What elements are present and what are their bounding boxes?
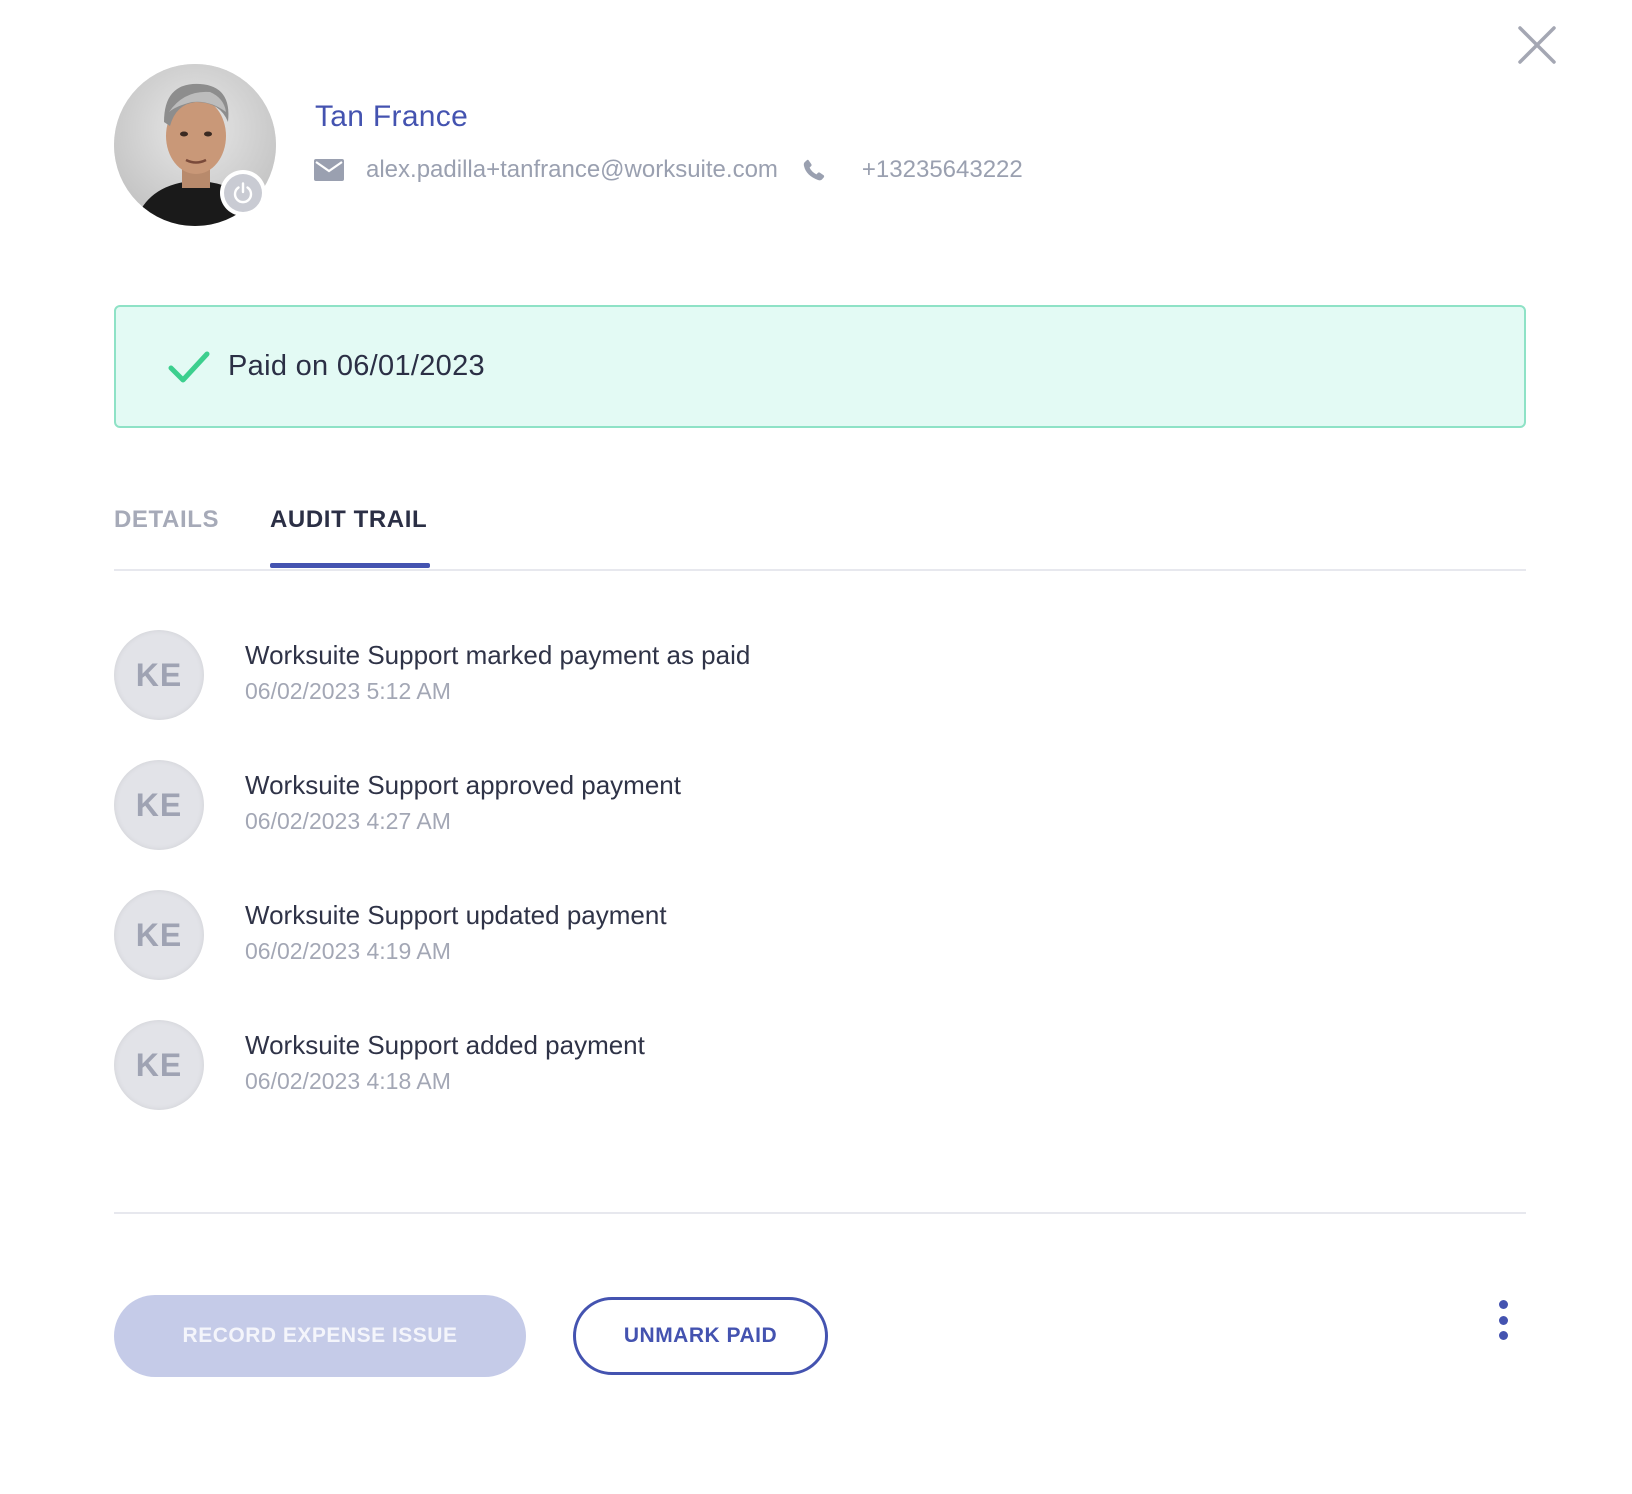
avatar: KE [114, 890, 204, 980]
list-item: KE Worksuite Support added payment 06/02… [114, 1020, 1526, 1150]
audit-entry-text: Worksuite Support approved payment [245, 770, 681, 800]
phone-icon [803, 159, 825, 181]
list-item: KE Worksuite Support marked payment as p… [114, 630, 1526, 760]
audit-entry-time: 06/02/2023 5:12 AM [245, 678, 451, 704]
list-item: KE Worksuite Support updated payment 06/… [114, 890, 1526, 1020]
active-tab-indicator [270, 563, 430, 568]
more-options-icon[interactable] [1488, 1296, 1518, 1344]
user-name: Tan France [315, 100, 469, 133]
avatar [114, 64, 276, 226]
tab-bar: DETAILS AUDIT TRAIL [114, 500, 1526, 572]
tabs-divider [114, 569, 1526, 571]
avatar: KE [114, 630, 204, 720]
audit-entry-time: 06/02/2023 4:19 AM [245, 938, 451, 964]
mail-icon [314, 159, 344, 181]
contact-row: alex.padilla+tanfrance@worksuite.com +13… [314, 152, 1023, 188]
paid-status-text: Paid on 06/01/2023 [228, 350, 485, 382]
audit-trail-list: KE Worksuite Support marked payment as p… [114, 630, 1526, 1150]
footer-divider [114, 1212, 1526, 1214]
audit-entry-time: 06/02/2023 4:18 AM [245, 1068, 451, 1094]
unmark-paid-button[interactable]: UNMARK PAID [573, 1297, 828, 1375]
avatar: KE [114, 760, 204, 850]
payment-detail-panel: Tan France alex.padilla+tanfrance@worksu… [0, 0, 1632, 1494]
status-badge [220, 170, 266, 216]
record-expense-issue-button[interactable]: RECORD EXPENSE ISSUE [114, 1295, 526, 1377]
check-icon [168, 351, 210, 382]
paid-status-banner: Paid on 06/01/2023 [114, 305, 1526, 428]
close-icon[interactable] [1516, 24, 1558, 66]
avatar: KE [114, 1020, 204, 1110]
audit-entry-time: 06/02/2023 4:27 AM [245, 808, 451, 834]
tab-audit-trail[interactable]: AUDIT TRAIL [270, 506, 427, 534]
user-phone[interactable]: +13235643222 [862, 156, 1023, 184]
tab-details[interactable]: DETAILS [114, 506, 219, 534]
audit-entry-text: Worksuite Support marked payment as paid [245, 640, 751, 670]
user-email[interactable]: alex.padilla+tanfrance@worksuite.com [366, 156, 778, 184]
audit-entry-text: Worksuite Support updated payment [245, 900, 667, 930]
list-item: KE Worksuite Support approved payment 06… [114, 760, 1526, 890]
power-icon [233, 182, 253, 204]
audit-entry-text: Worksuite Support added payment [245, 1030, 645, 1060]
